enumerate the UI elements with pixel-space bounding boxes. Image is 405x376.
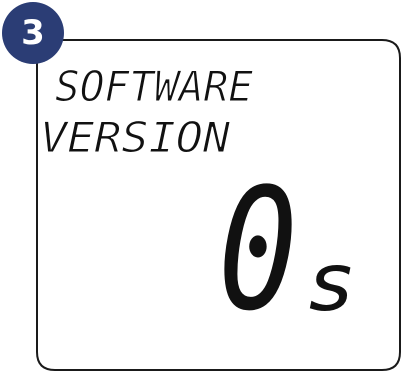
version-value: 0	[218, 152, 298, 348]
lcd-readout: SOFTWARE VERSION 0 s	[40, 62, 358, 349]
title-version: VERSION	[40, 113, 231, 162]
step-number-badge: 3	[2, 2, 64, 64]
version-suffix: s	[305, 236, 357, 329]
step-number: 3	[21, 13, 45, 53]
title-software: SOFTWARE	[55, 62, 254, 111]
